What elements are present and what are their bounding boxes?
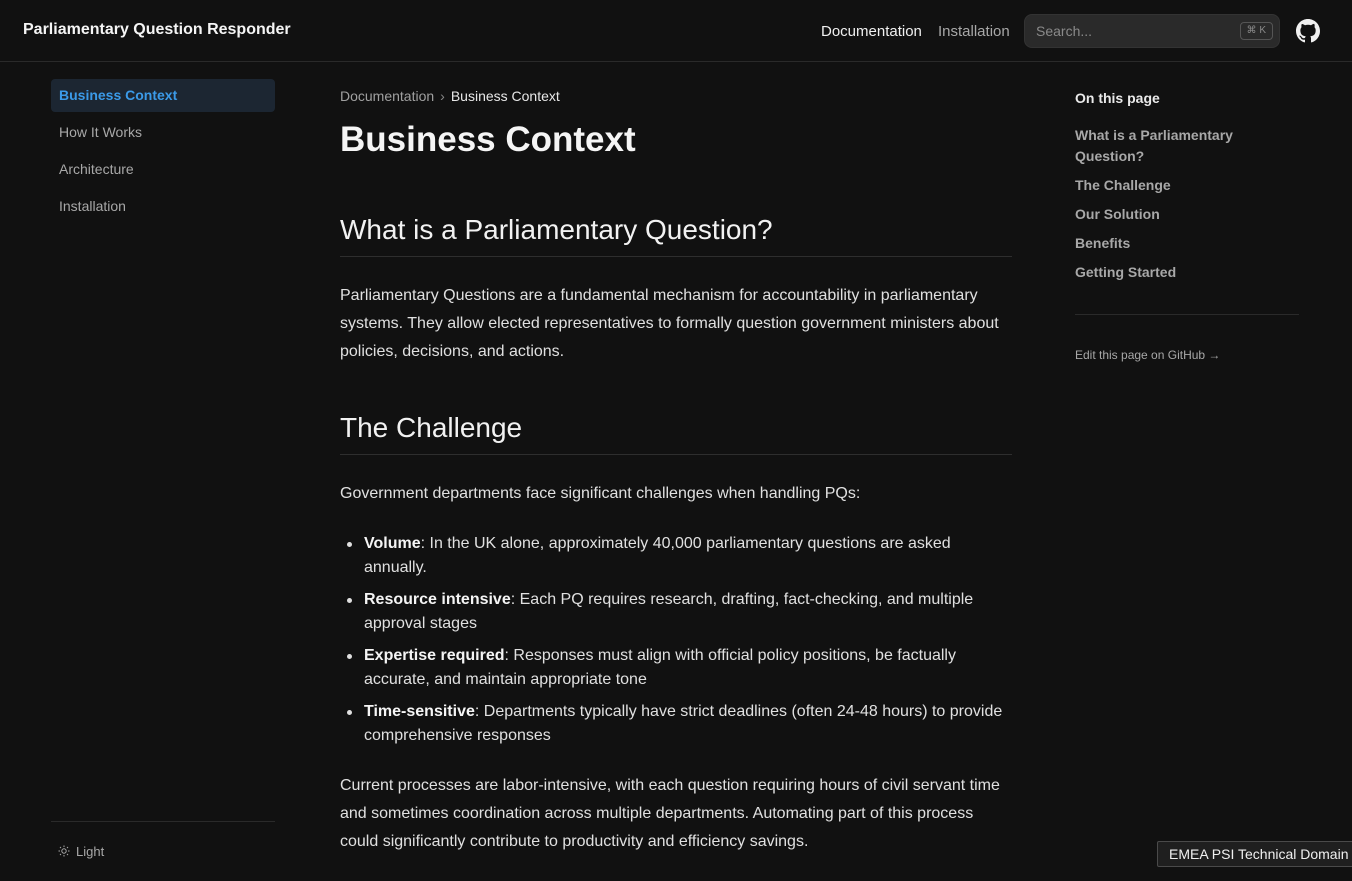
list-item: Expertise required: Responses must align…	[340, 644, 1012, 692]
toc-link-challenge[interactable]: The Challenge	[1075, 175, 1265, 196]
challenge-closing: Current processes are labor-intensive, w…	[340, 777, 1000, 850]
top-navbar: Parliamentary Question Responder Documen…	[0, 0, 1352, 62]
edit-on-github-link[interactable]: Edit this page on GitHub →	[1075, 348, 1220, 362]
nav-documentation[interactable]: Documentation	[821, 23, 922, 40]
sun-icon	[58, 845, 70, 857]
sidebar-divider	[51, 821, 275, 822]
sidebar-item-installation[interactable]: Installation	[51, 190, 275, 223]
environment-badge: EMEA PSI Technical Domain	[1157, 841, 1352, 867]
section-heading-challenge: The Challenge	[340, 412, 1012, 455]
sidebar-item-how-it-works[interactable]: How It Works	[51, 116, 275, 149]
challenge-list: Volume: In the UK alone, approximately 4…	[340, 532, 1012, 756]
list-item-term: Time-sensitive	[364, 703, 475, 720]
sidebar-item-architecture[interactable]: Architecture	[51, 153, 275, 186]
breadcrumb-parent[interactable]: Documentation	[340, 88, 434, 104]
theme-toggle-label: Light	[76, 844, 105, 859]
toc-link-our-solution[interactable]: Our Solution	[1075, 204, 1265, 225]
breadcrumb: Documentation › Business Context	[340, 88, 560, 104]
site-title[interactable]: Parliamentary Question Responder	[23, 21, 291, 39]
toc-title: On this page	[1075, 90, 1160, 106]
list-item-text: : In the UK alone, approximately 40,000 …	[364, 535, 951, 576]
list-item: Resource intensive: Each PQ requires res…	[340, 588, 1012, 636]
toc-divider	[1075, 314, 1299, 315]
list-item-term: Expertise required	[364, 647, 505, 664]
nav-installation[interactable]: Installation	[938, 23, 1010, 40]
list-item: Volume: In the UK alone, approximately 4…	[340, 532, 1012, 580]
list-item: Time-sensitive: Departments typically ha…	[340, 700, 1012, 748]
search-shortcut-badge: ⌘ K	[1239, 22, 1273, 40]
section-paragraph-what-is-pq: Parliamentary Questions are a fundamenta…	[340, 287, 999, 360]
theme-toggle-button[interactable]: Light	[58, 844, 104, 859]
toc-link-benefits[interactable]: Benefits	[1075, 233, 1265, 254]
chevron-right-icon: ›	[440, 88, 445, 104]
challenge-intro: Government departments face significant …	[340, 485, 861, 502]
toc-link-getting-started[interactable]: Getting Started	[1075, 262, 1265, 283]
page-title: Business Context	[340, 120, 636, 159]
github-icon[interactable]	[1296, 19, 1320, 43]
search-input[interactable]: Search... ⌘ K	[1024, 14, 1280, 48]
search-placeholder: Search...	[1036, 23, 1093, 39]
list-item-term: Resource intensive	[364, 591, 511, 608]
breadcrumb-current: Business Context	[450, 88, 560, 104]
sidebar-item-business-context[interactable]: Business Context	[51, 79, 275, 112]
list-item-term: Volume	[364, 535, 421, 552]
toc-link-what-is-pq[interactable]: What is a Parliamentary Question?	[1075, 125, 1265, 167]
section-heading-what-is-pq: What is a Parliamentary Question?	[340, 214, 1012, 257]
